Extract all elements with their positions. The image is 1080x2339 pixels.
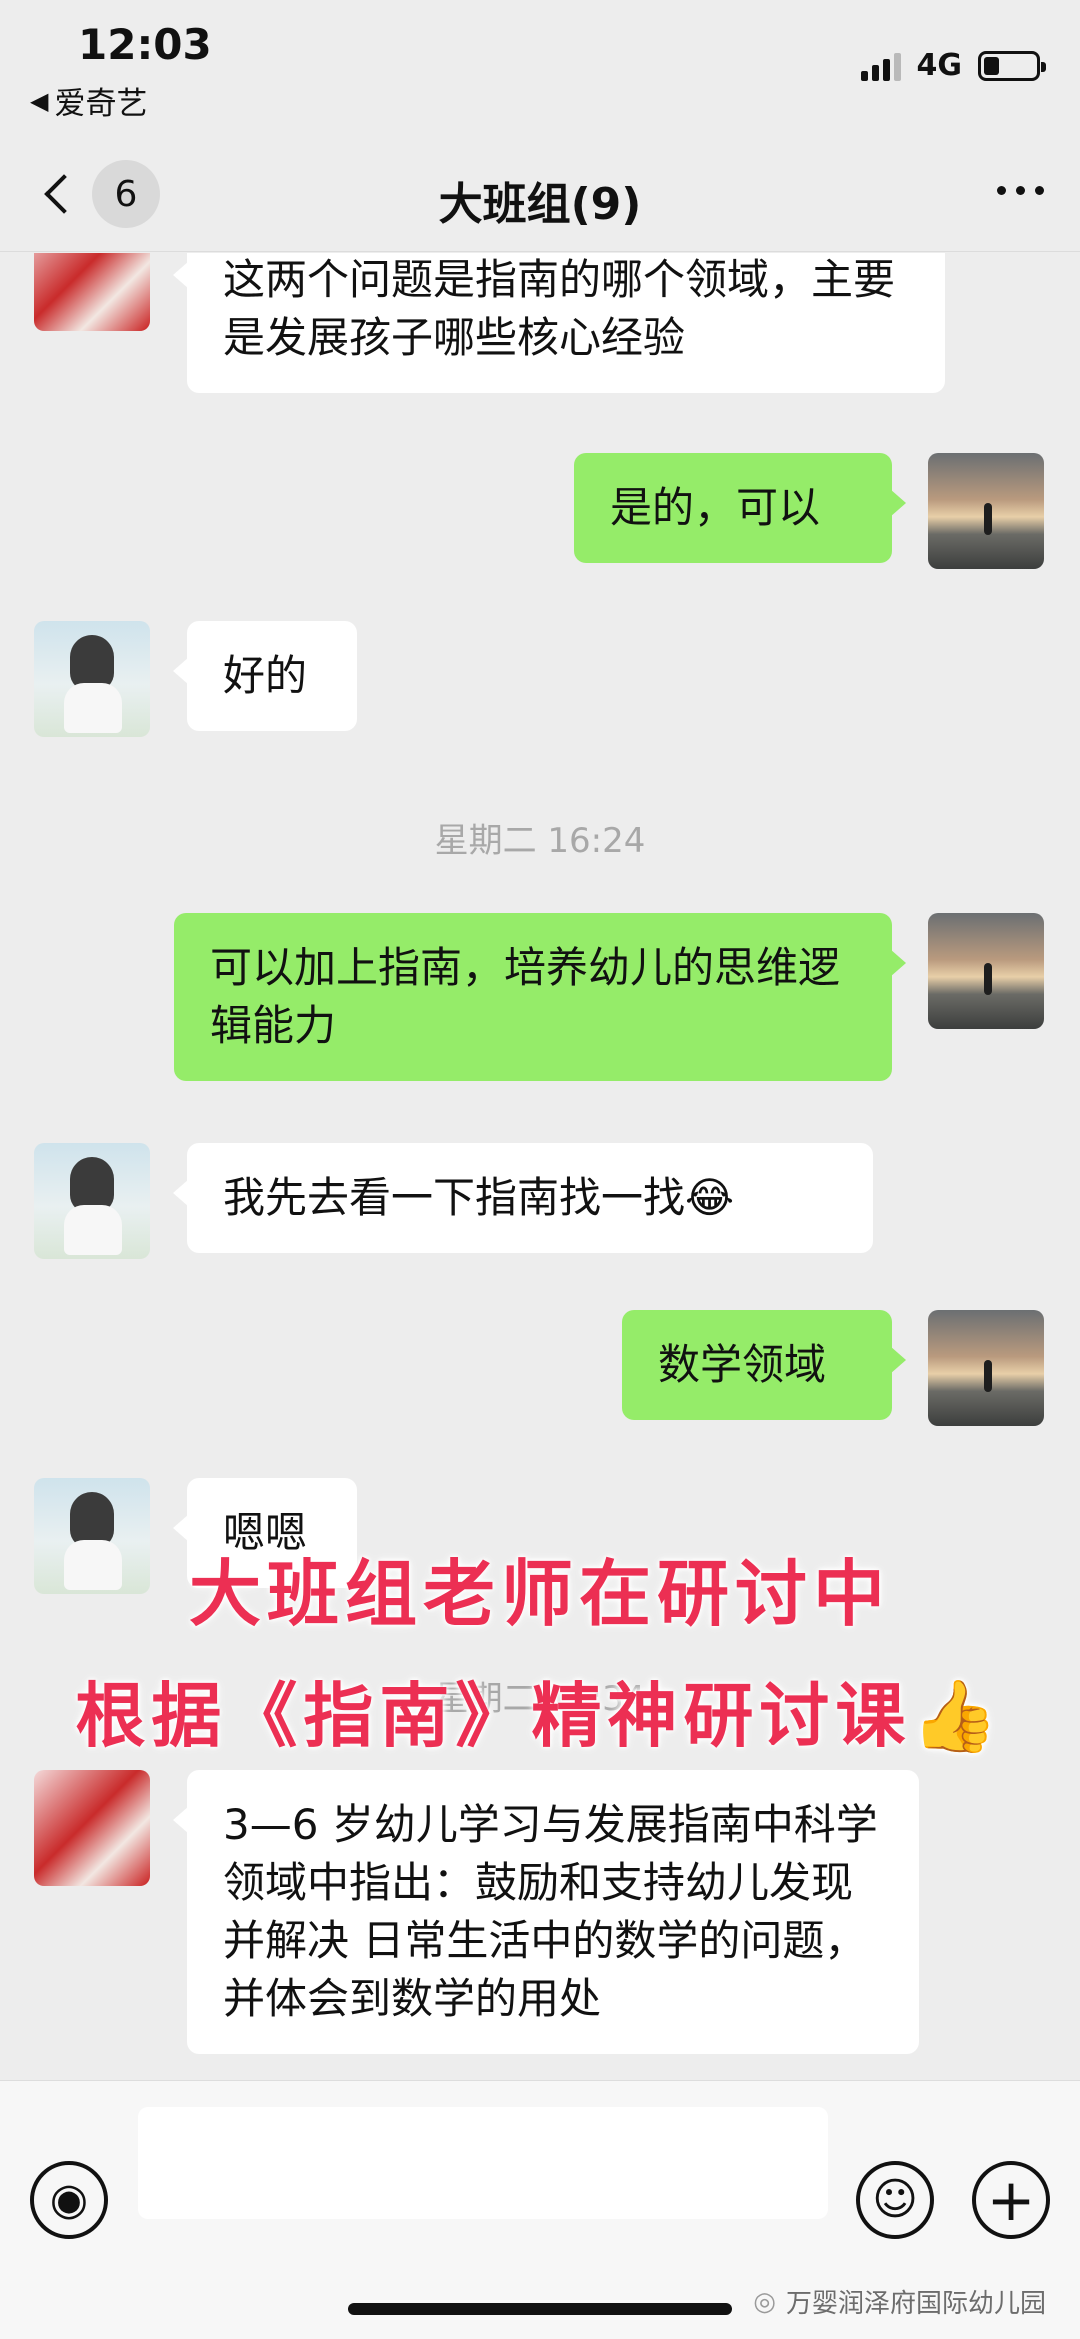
avatar[interactable]: [34, 253, 150, 331]
message-bubble-incoming[interactable]: 我先去看一下指南找一找😂: [173, 1143, 873, 1253]
message-bubble-incoming[interactable]: 3—6 岁幼儿学习与发展指南中科学领域中指出：鼓励和支持幼儿发现并解决 日常生活…: [173, 1770, 919, 2054]
emoji-icon: ☺: [872, 2174, 918, 2225]
chat-header: 6 大班组(9): [0, 140, 1080, 252]
message-bubble-incoming[interactable]: 这两个问题是指南的哪个领域，主要是发展孩子哪些核心经验: [173, 253, 945, 393]
back-triangle-icon: ◀: [30, 86, 49, 115]
chat-title: 大班组(9): [438, 179, 642, 230]
message-input-bar: ◉ ☺ + ◎ 万婴润泽府国际幼儿园: [0, 2080, 1080, 2339]
more-functions-button[interactable]: +: [972, 2161, 1050, 2239]
message-bubble-outgoing[interactable]: 可以加上指南，培养幼儿的思维逻辑能力: [174, 913, 906, 1081]
back-to-app-link[interactable]: ◀ 爱奇艺: [30, 78, 147, 123]
plus-icon: +: [986, 2166, 1036, 2234]
overlay-caption-line-1: 大班组老师在研讨中: [188, 1551, 891, 1636]
avatar[interactable]: [928, 453, 1044, 569]
wechat-logo-icon: ◎: [753, 2286, 776, 2317]
avatar[interactable]: [928, 1310, 1044, 1426]
watermark-text: 万婴润泽府国际幼儿园: [785, 2289, 1046, 2319]
voice-input-button[interactable]: ◉: [30, 2161, 108, 2239]
home-indicator[interactable]: [348, 2303, 732, 2315]
avatar[interactable]: [34, 1770, 150, 1886]
voice-icon: ◉: [49, 2174, 89, 2225]
watermark: ◎ 万婴润泽府国际幼儿园: [753, 2283, 1046, 2320]
status-indicators: 4G: [860, 48, 1046, 83]
message-bubble-outgoing[interactable]: 数学领域: [622, 1310, 906, 1420]
back-app-label: 爱奇艺: [54, 86, 148, 122]
emoji-button[interactable]: ☺: [856, 2161, 934, 2239]
status-bar: 12:03 ◀ 爱奇艺 4G: [0, 0, 1080, 140]
message-text-input[interactable]: [138, 2107, 828, 2219]
message-list[interactable]: 这两个问题是指南的哪个领域，主要是发展孩子哪些核心经验 是的，可以 好的 星期二…: [0, 253, 1080, 2080]
battery-icon: [978, 50, 1046, 81]
avatar[interactable]: [928, 913, 1044, 1029]
signal-strength-icon: [860, 51, 901, 81]
avatar[interactable]: [34, 621, 150, 737]
message-bubble-outgoing[interactable]: 是的，可以: [574, 453, 906, 563]
overlay-caption-line-2: 根据《指南》精神研讨课👍: [75, 1674, 1005, 1757]
network-type: 4G: [916, 48, 963, 83]
status-time: 12:03: [78, 20, 212, 69]
avatar[interactable]: [34, 1143, 150, 1259]
message-bubble-incoming[interactable]: 好的: [173, 621, 357, 731]
more-dots-icon: [997, 186, 1006, 195]
more-options-button[interactable]: [997, 186, 1044, 195]
message-timestamp: 星期二 16:24: [434, 821, 646, 861]
